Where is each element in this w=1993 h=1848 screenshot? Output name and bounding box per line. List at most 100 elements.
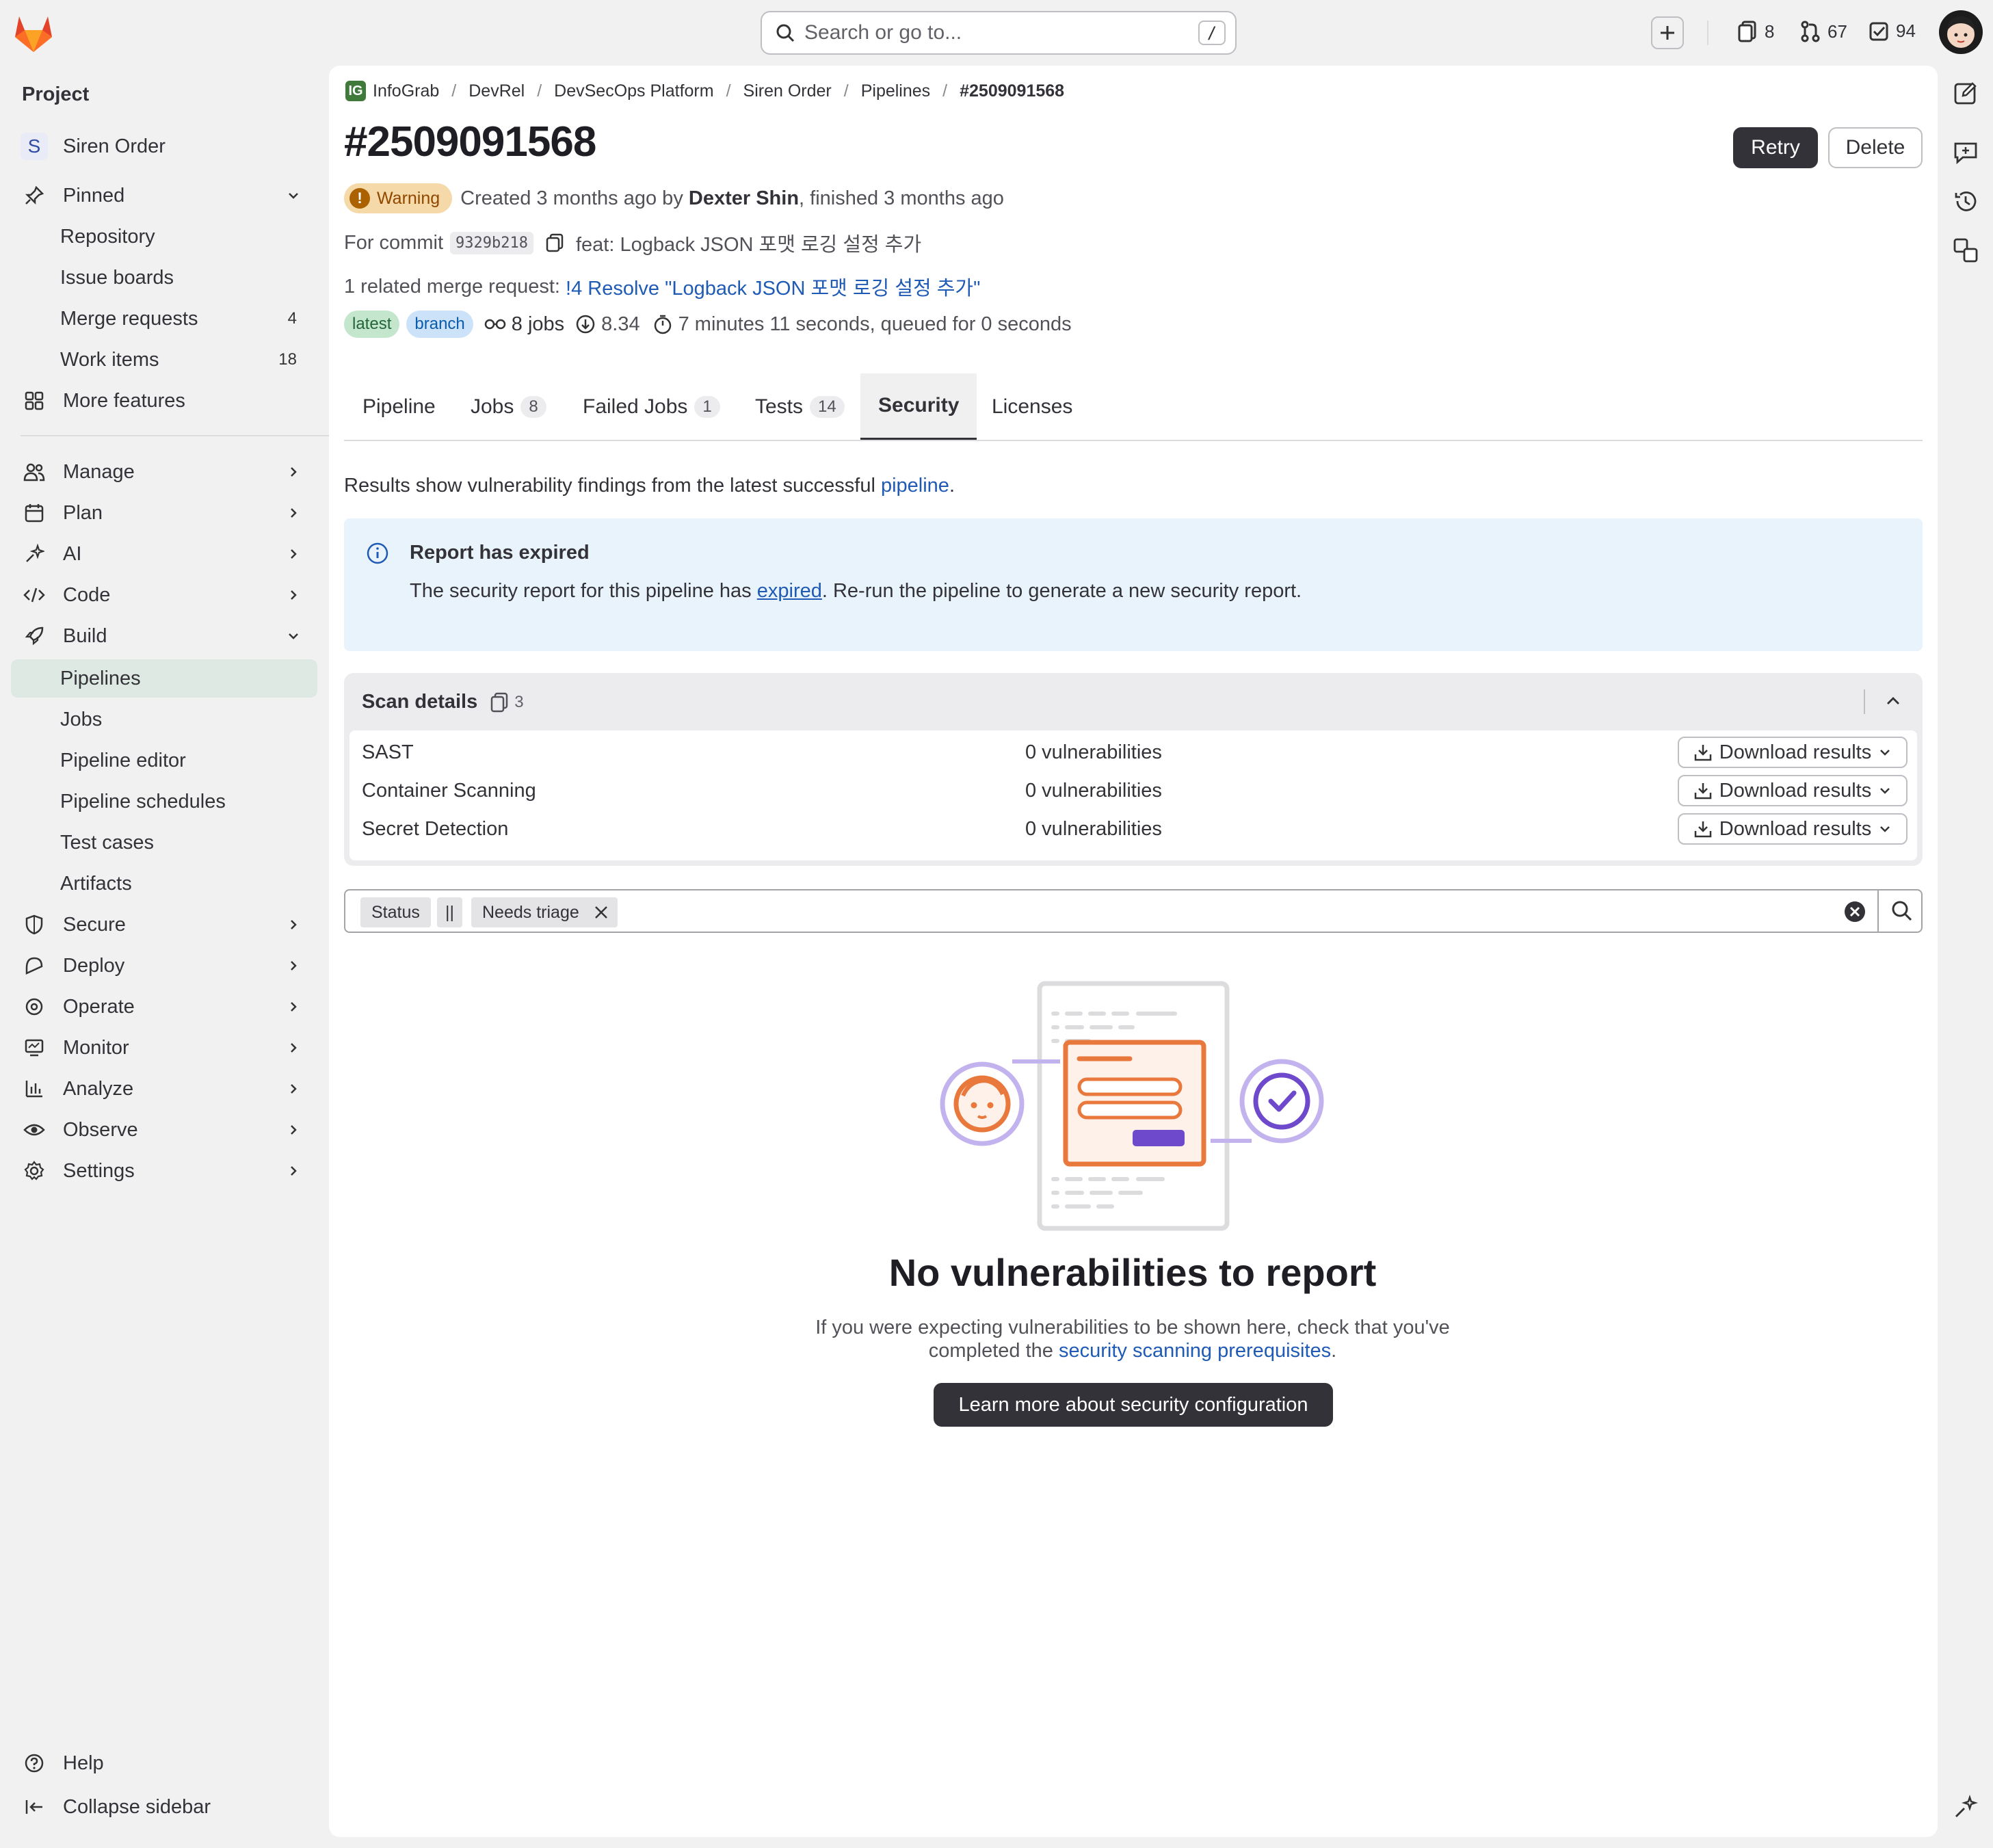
merge-request-link[interactable]: !4 Resolve "Logback JSON 포맷 로깅 설정 추가" xyxy=(566,272,980,301)
chevron-down-icon xyxy=(286,629,301,644)
sidebar-item-plan[interactable]: Plan xyxy=(11,494,317,532)
breadcrumb-item[interactable]: Pipelines xyxy=(861,81,930,101)
pinned-label: Pinned xyxy=(63,184,125,207)
sidebar-item-label: Test cases xyxy=(60,831,154,854)
remove-token-icon[interactable] xyxy=(593,904,609,921)
sidebar-item-secure[interactable]: Secure xyxy=(11,906,317,944)
sidebar-pinned-toggle[interactable]: Pinned xyxy=(11,176,317,215)
todos-button[interactable]: 94 xyxy=(1869,21,1916,42)
commit-sha[interactable]: 9329b218 xyxy=(450,231,533,254)
sidebar-item-monitor[interactable]: Monitor xyxy=(11,1029,317,1067)
sidebar-item-operate[interactable]: Operate xyxy=(11,988,317,1026)
download-results-label: Download results xyxy=(1719,817,1872,840)
commit-message[interactable]: feat: Logback JSON 포맷 로깅 설정 추가 xyxy=(576,228,921,257)
sidebar-item-label: Deploy xyxy=(63,954,125,977)
sidebar-item-label: Artifacts xyxy=(60,872,132,895)
delete-button[interactable]: Delete xyxy=(1828,127,1923,168)
shield-icon xyxy=(21,914,48,935)
tab-security[interactable]: Security xyxy=(860,373,977,440)
vulnerability-filter-input[interactable]: Status || Needs triage xyxy=(344,889,1923,933)
retry-button[interactable]: Retry xyxy=(1733,127,1818,168)
empty-state-illustration xyxy=(937,978,1334,1238)
breadcrumb-current[interactable]: #2509091568 xyxy=(960,81,1064,101)
comment-icon[interactable] xyxy=(1952,138,1979,166)
edit-icon[interactable] xyxy=(1952,79,1979,107)
sidebar-item-code[interactable]: Code xyxy=(11,576,317,614)
sidebar-item-jobs[interactable]: Jobs xyxy=(11,700,317,739)
history-icon[interactable] xyxy=(1952,187,1979,215)
sidebar-item-artifacts[interactable]: Artifacts xyxy=(11,864,317,903)
sidebar-item-pipeline-schedules[interactable]: Pipeline schedules xyxy=(11,782,317,821)
sidebar-item-test-cases[interactable]: Test cases xyxy=(11,823,317,862)
filter-token-key[interactable]: Status xyxy=(360,897,431,927)
author-link[interactable]: Dexter Shin xyxy=(689,187,799,210)
jobs-count: 8 jobs xyxy=(511,313,565,335)
copy-icon[interactable] xyxy=(544,233,565,253)
sidebar-item-pipeline-editor[interactable]: Pipeline editor xyxy=(11,741,317,780)
sidebar-item-deploy[interactable]: Deploy xyxy=(11,947,317,985)
merge-requests-button[interactable]: 67 xyxy=(1800,21,1847,42)
download-icon xyxy=(1693,781,1713,800)
issues-button[interactable]: 8 xyxy=(1737,21,1774,42)
download-results-button[interactable]: Download results xyxy=(1678,737,1908,768)
collapse-sidebar-icon xyxy=(21,1797,48,1817)
tab-label: Licenses xyxy=(992,395,1073,418)
breadcrumb-item[interactable]: Siren Order xyxy=(743,81,832,101)
sidebar-item-build[interactable]: Build xyxy=(11,617,317,655)
sidebar-help[interactable]: Help xyxy=(11,1744,317,1782)
download-results-label: Download results xyxy=(1719,779,1872,802)
search-icon xyxy=(776,23,795,42)
tab-failed-jobs[interactable]: Failed Jobs 1 xyxy=(565,373,738,440)
sidebar-divider xyxy=(21,435,339,436)
filter-token-operator[interactable]: || xyxy=(437,897,462,927)
filter-divider xyxy=(1877,890,1879,932)
download-results-button[interactable]: Download results xyxy=(1678,813,1908,845)
chevron-down-icon xyxy=(286,188,301,203)
pipeline-link[interactable]: pipeline xyxy=(881,475,949,497)
breadcrumb-item[interactable]: DevSecOps Platform xyxy=(554,81,713,101)
sidebar-item-more-features[interactable]: More features xyxy=(11,382,317,420)
sidebar-item-work-items[interactable]: Work items 18 xyxy=(11,341,317,379)
search-input[interactable]: Search or go to... / xyxy=(761,11,1237,55)
alert-title: Report has expired xyxy=(410,542,590,564)
sidebar-item-merge-requests[interactable]: Merge requests 4 xyxy=(11,300,317,338)
download-results-label: Download results xyxy=(1719,741,1872,763)
sidebar-item-settings[interactable]: Settings xyxy=(11,1152,317,1190)
tab-tests[interactable]: Tests 14 xyxy=(737,373,862,440)
gitlab-logo-icon[interactable] xyxy=(12,12,55,53)
merge-requests-count: 67 xyxy=(1827,21,1847,42)
breadcrumb-item[interactable]: InfoGrab xyxy=(373,81,439,101)
diff-icon[interactable] xyxy=(1952,237,1979,264)
duo-chat-icon[interactable] xyxy=(1952,1793,1979,1821)
sidebar-item-analyze[interactable]: Analyze xyxy=(11,1070,317,1108)
learn-more-button[interactable]: Learn more about security configuration xyxy=(934,1383,1333,1427)
user-avatar[interactable] xyxy=(1938,10,1983,55)
sidebar-item-label: Manage xyxy=(63,460,135,483)
tab-pipeline[interactable]: Pipeline xyxy=(345,373,453,440)
sidebar-item-manage[interactable]: Manage xyxy=(11,453,317,491)
clear-filter-icon[interactable] xyxy=(1843,900,1866,923)
create-new-button[interactable] xyxy=(1651,16,1684,49)
sidebar-item-issue-boards[interactable]: Issue boards xyxy=(11,259,317,297)
sidebar-collapse[interactable]: Collapse sidebar xyxy=(11,1788,317,1826)
rocket-icon xyxy=(21,626,48,646)
sidebar-item-label: Code xyxy=(63,583,111,606)
download-results-button[interactable]: Download results xyxy=(1678,775,1908,806)
breadcrumb-item[interactable]: DevRel xyxy=(468,81,525,101)
sidebar-item-pipelines[interactable]: Pipelines xyxy=(11,659,317,698)
sidebar-item-repository[interactable]: Repository xyxy=(11,217,317,256)
sidebar-item-ai[interactable]: AI xyxy=(11,535,317,573)
search-icon[interactable] xyxy=(1891,900,1913,922)
prerequisites-link[interactable]: security scanning prerequisites xyxy=(1059,1340,1331,1362)
download-icon xyxy=(1693,743,1713,762)
expired-link[interactable]: expired xyxy=(757,580,822,602)
tab-jobs[interactable]: Jobs 8 xyxy=(453,373,564,440)
status-badge[interactable]: ! Warning xyxy=(344,183,453,213)
chevron-up-icon[interactable] xyxy=(1883,691,1903,711)
timer-icon xyxy=(652,314,673,334)
chevron-right-icon xyxy=(286,999,301,1014)
sidebar-item-observe[interactable]: Observe xyxy=(11,1111,317,1149)
sidebar-project-link[interactable]: S Siren Order xyxy=(11,127,317,166)
tab-licenses[interactable]: Licenses xyxy=(974,373,1090,440)
scan-row-container-scanning: Container Scanning 0 vulnerabilities Dow… xyxy=(362,771,1908,810)
